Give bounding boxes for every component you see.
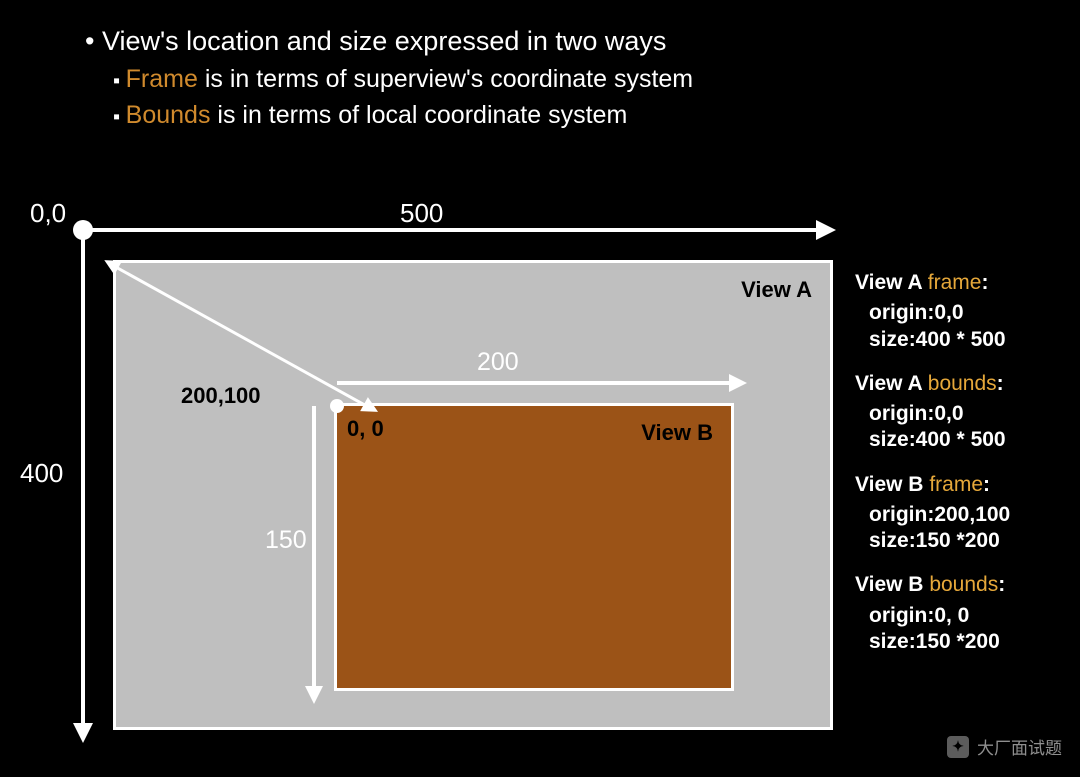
info-heading: View A bounds: bbox=[855, 371, 1075, 397]
bullet-sub-bounds-rest: is in terms of local coordinate system bbox=[210, 101, 627, 129]
info-view-label: View A bbox=[855, 271, 928, 294]
info-colon: : bbox=[997, 372, 1004, 395]
view-b-rect: View B 0, 0 200 150 bbox=[334, 403, 734, 691]
wechat-icon: ✦ bbox=[947, 736, 969, 758]
x-axis-arrow-icon bbox=[83, 228, 818, 232]
info-keyword: frame bbox=[929, 473, 983, 496]
info-origin: origin:0,0 bbox=[869, 300, 1075, 326]
info-view-b-bounds: View B bounds: origin:0, 0 size:150 *200 bbox=[855, 572, 1075, 655]
view-b-height-label: 150 bbox=[265, 526, 307, 555]
info-size: size:150 *200 bbox=[869, 629, 1075, 655]
keyword-bounds: Bounds bbox=[126, 101, 211, 129]
info-heading: View B bounds: bbox=[855, 572, 1075, 598]
watermark: ✦ 大厂面试题 bbox=[947, 734, 1062, 759]
info-panel: View A frame: origin:0,0 size:400 * 500 … bbox=[855, 270, 1075, 673]
bullet-sub-bounds: Bounds is in terms of local coordinate s… bbox=[113, 97, 693, 133]
info-origin: origin:200,100 bbox=[869, 502, 1075, 528]
info-view-label: View A bbox=[855, 372, 928, 395]
info-keyword: bounds bbox=[929, 573, 998, 596]
view-b-width-label: 200 bbox=[477, 348, 519, 377]
view-b-origin-dot-icon bbox=[330, 399, 344, 413]
view-b-title: View B bbox=[641, 420, 713, 446]
view-b-local-origin-label: 0, 0 bbox=[347, 416, 384, 442]
info-keyword: frame bbox=[928, 271, 982, 294]
bullet-sub-frame-rest: is in terms of superview's coordinate sy… bbox=[198, 65, 693, 93]
info-origin: origin:0, 0 bbox=[869, 603, 1075, 629]
info-origin: origin:0,0 bbox=[869, 401, 1075, 427]
info-keyword: bounds bbox=[928, 372, 997, 395]
view-a-title: View A bbox=[741, 277, 812, 303]
view-a-rect: View A 200,100 View B 0, 0 200 150 bbox=[113, 260, 833, 730]
axis-x-label: 500 bbox=[400, 198, 443, 229]
info-view-a-frame: View A frame: origin:0,0 size:400 * 500 bbox=[855, 270, 1075, 353]
info-view-label: View B bbox=[855, 473, 929, 496]
info-colon: : bbox=[983, 473, 990, 496]
info-colon: : bbox=[981, 271, 988, 294]
info-view-b-frame: View B frame: origin:200,100 size:150 *2… bbox=[855, 472, 1075, 555]
info-view-a-bounds: View A bounds: origin:0,0 size:400 * 500 bbox=[855, 371, 1075, 454]
keyword-frame: Frame bbox=[126, 65, 198, 93]
info-heading: View B frame: bbox=[855, 472, 1075, 498]
info-size: size:150 *200 bbox=[869, 528, 1075, 554]
info-colon: : bbox=[998, 573, 1005, 596]
view-b-origin-coord-label: 200,100 bbox=[181, 383, 261, 409]
axis-y-label: 400 bbox=[20, 458, 63, 489]
bullet-main: View's location and size expressed in tw… bbox=[85, 22, 693, 61]
axis-origin-label: 0,0 bbox=[30, 198, 66, 229]
info-size: size:400 * 500 bbox=[869, 327, 1075, 353]
info-size: size:400 * 500 bbox=[869, 427, 1075, 453]
view-b-height-arrow-icon bbox=[312, 406, 316, 688]
coordinate-diagram: View A 200,100 View B 0, 0 200 150 bbox=[83, 230, 853, 745]
view-b-width-arrow-icon bbox=[337, 381, 731, 385]
bullet-sub-frame: Frame is in terms of superview's coordin… bbox=[113, 61, 693, 97]
y-axis-arrow-icon bbox=[81, 230, 85, 725]
info-heading: View A frame: bbox=[855, 270, 1075, 296]
header-bullets: View's location and size expressed in tw… bbox=[85, 22, 693, 134]
info-view-label: View B bbox=[855, 573, 929, 596]
watermark-text: 大厂面试题 bbox=[977, 734, 1062, 759]
